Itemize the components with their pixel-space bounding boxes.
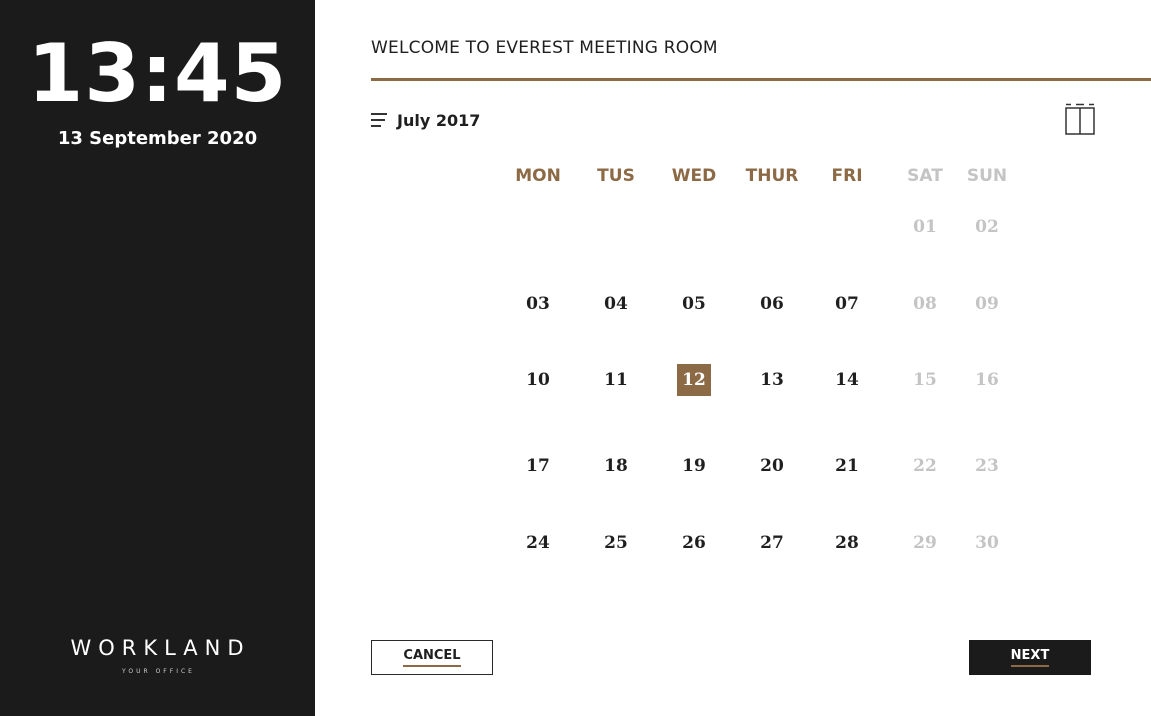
weekday-label: TUS	[597, 166, 635, 186]
weekday-label: THUR	[745, 166, 799, 186]
calendar-day[interactable]: 06	[755, 288, 789, 320]
calendar-day[interactable]: 05	[677, 288, 711, 320]
calendar-day[interactable]: 20	[755, 450, 789, 482]
calendar-day: 23	[975, 456, 999, 476]
next-button[interactable]: NEXT	[969, 640, 1091, 675]
calendar-day: 16	[975, 370, 999, 390]
door-icon	[1064, 103, 1096, 135]
weekday-label: FRI	[831, 166, 863, 186]
weekday-label: SAT	[907, 166, 943, 186]
calendar-day[interactable]: 03	[521, 288, 555, 320]
sidebar: 13:45 13 September 2020 WORKLAND YOUR OF…	[0, 0, 315, 716]
calendar-day[interactable]: 13	[755, 364, 789, 396]
calendar-day[interactable]: 25	[599, 527, 633, 559]
calendar-day: 29	[913, 533, 937, 553]
calendar-day[interactable]: 26	[677, 527, 711, 559]
calendar-day[interactable]: 21	[830, 450, 864, 482]
calendar-day[interactable]: 10	[521, 364, 555, 396]
weekday-label: WED	[671, 166, 717, 186]
header-divider	[371, 78, 1151, 81]
brand-tagline: YOUR OFFICE	[122, 668, 195, 675]
calendar-day[interactable]: 17	[521, 450, 555, 482]
calendar-day: 15	[913, 370, 937, 390]
menu-icon[interactable]	[371, 113, 387, 129]
cancel-button-label: CANCEL	[403, 648, 461, 667]
calendar-day[interactable]: 28	[830, 527, 864, 559]
current-date: 13 September 2020	[57, 128, 258, 149]
calendar-day[interactable]: 27	[755, 527, 789, 559]
calendar-day[interactable]: 04	[599, 288, 633, 320]
clock: 13:45	[27, 27, 288, 120]
calendar-day-selected[interactable]: 12	[677, 364, 711, 396]
calendar-day[interactable]: 18	[599, 450, 633, 482]
welcome-title: WELCOME TO EVEREST MEETING ROOM	[371, 38, 718, 58]
calendar-day: 30	[975, 533, 999, 553]
calendar-day[interactable]: 14	[830, 364, 864, 396]
calendar-day: 09	[975, 294, 999, 314]
calendar-day: 02	[975, 217, 999, 237]
weekday-label: SUN	[966, 166, 1008, 186]
brand-logo: WORKLAND	[70, 636, 251, 660]
calendar-day[interactable]: 24	[521, 527, 555, 559]
next-button-label: NEXT	[1010, 648, 1050, 667]
weekday-label: MON	[515, 166, 561, 186]
cancel-button[interactable]: CANCEL	[371, 640, 493, 675]
calendar-day: 22	[913, 456, 937, 476]
calendar-day[interactable]: 07	[830, 288, 864, 320]
calendar-day[interactable]: 11	[599, 364, 633, 396]
calendar-day: 01	[913, 217, 937, 237]
calendar-day: 08	[913, 294, 937, 314]
calendar-day[interactable]: 19	[677, 450, 711, 482]
month-label[interactable]: July 2017	[397, 111, 480, 130]
